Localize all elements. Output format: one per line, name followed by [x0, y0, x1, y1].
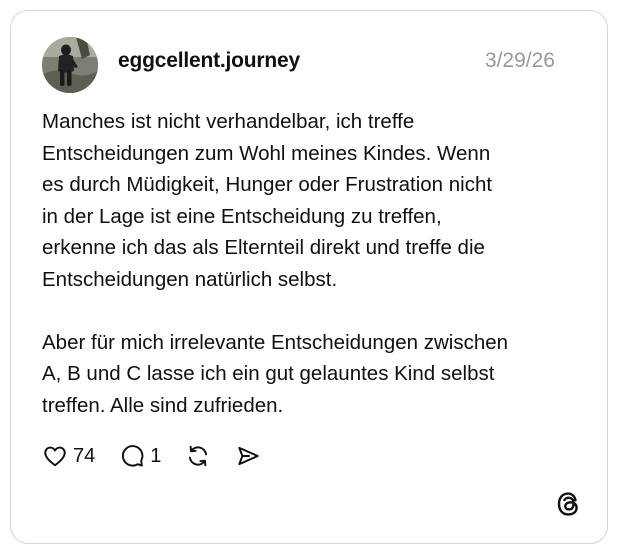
post-paragraph: Aber für mich irrelevante Entscheidungen… — [42, 330, 509, 417]
avatar[interactable] — [42, 37, 98, 93]
post-card: eggcellent.journey 3/29/26 Manches ist n… — [10, 10, 608, 544]
username[interactable]: eggcellent.journey — [118, 49, 300, 73]
post-paragraph: Manches ist nicht verhandelbar, ich tref… — [42, 110, 493, 291]
reply-count: 1 — [150, 444, 162, 467]
heart-icon — [44, 446, 66, 467]
post-text: Manches ist nicht verhandelbar, ich tref… — [42, 106, 582, 421]
speech-bubble-icon — [122, 445, 144, 467]
post-date: 3/29/26 — [484, 49, 555, 72]
profile-photo-icon — [42, 37, 98, 93]
post-actions: 74 1 — [42, 441, 261, 471]
like-button[interactable]: 74 — [42, 443, 95, 469]
reply-button[interactable]: 1 — [119, 443, 161, 469]
repost-icon — [189, 445, 208, 467]
send-icon — [238, 446, 260, 466]
like-count: 74 — [73, 444, 96, 467]
share-button[interactable] — [235, 443, 261, 469]
repost-button[interactable] — [185, 443, 211, 469]
threads-logo-icon — [553, 489, 583, 519]
